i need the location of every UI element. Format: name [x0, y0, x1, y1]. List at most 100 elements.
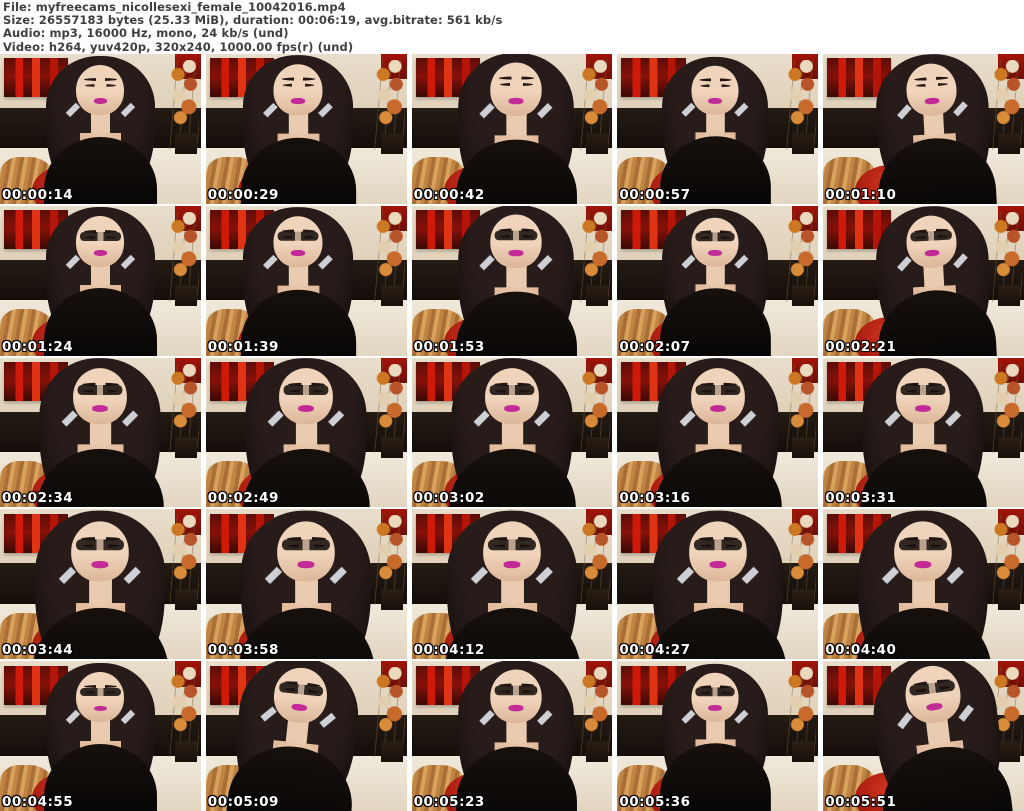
video-thumbnail-20[interactable]: 00:04:40 — [823, 509, 1024, 660]
lips — [708, 705, 722, 712]
video-thumbnail-19[interactable]: 00:04:27 — [617, 509, 819, 660]
eyes — [84, 83, 116, 87]
timestamp-overlay: 00:03:31 — [825, 490, 897, 507]
glasses — [281, 540, 331, 551]
person-silhouette — [234, 509, 379, 660]
person-silhouette — [40, 54, 160, 204]
video-thumbnail-5[interactable]: 00:01:10 — [823, 54, 1024, 204]
lips — [925, 98, 940, 105]
person-silhouette — [656, 662, 774, 811]
decor-vase — [380, 285, 403, 307]
lips — [927, 703, 944, 712]
thumbnail-image — [823, 357, 1024, 508]
lips — [93, 98, 108, 104]
video-thumbnail-24[interactable]: 00:05:36 — [617, 661, 819, 811]
lips — [298, 561, 315, 569]
face — [484, 367, 539, 424]
thumbnail-image — [411, 661, 613, 811]
timestamp-overlay: 00:05:36 — [619, 794, 691, 810]
thumbnail-image — [205, 205, 407, 356]
person-silhouette — [452, 54, 581, 204]
video-thumbnail-10[interactable]: 00:02:21 — [823, 205, 1024, 356]
video-thumbnail-9[interactable]: 00:02:07 — [617, 205, 819, 356]
thumbnail-image — [205, 509, 407, 660]
thumbnail-image — [0, 661, 201, 811]
thumbnail-image — [823, 205, 1024, 356]
decor-vase — [997, 133, 1020, 155]
timestamp-overlay: 00:03:58 — [207, 642, 279, 659]
video-thumbnail-14[interactable]: 00:03:16 — [617, 357, 819, 508]
decor-vase — [586, 133, 609, 155]
lips — [92, 405, 108, 412]
thumbnail-image — [411, 509, 613, 660]
decor-vase — [174, 133, 197, 155]
video-thumbnail-7[interactable]: 00:01:39 — [205, 205, 407, 356]
person-silhouette — [656, 55, 774, 204]
decor-vase — [586, 588, 609, 610]
video-thumbnail-15[interactable]: 00:03:31 — [823, 357, 1024, 508]
person-silhouette — [656, 207, 774, 356]
video-thumbnail-3[interactable]: 00:00:42 — [411, 54, 613, 204]
timestamp-overlay: 00:01:53 — [413, 338, 485, 355]
face — [490, 62, 542, 117]
timestamp-overlay: 00:02:34 — [2, 490, 74, 507]
decor-vase — [792, 740, 815, 762]
video-thumbnail-12[interactable]: 00:02:49 — [205, 357, 407, 508]
face — [273, 63, 323, 116]
video-thumbnail-22[interactable]: 00:05:09 — [205, 661, 407, 811]
glasses — [77, 384, 124, 395]
timestamp-overlay: 00:01:24 — [2, 338, 74, 355]
video-thumbnail-1[interactable]: 00:00:14 — [0, 54, 201, 204]
video-thumbnail-8[interactable]: 00:01:53 — [411, 205, 613, 356]
decor-vase — [174, 285, 197, 307]
video-thumbnail-11[interactable]: 00:02:34 — [0, 357, 201, 508]
timestamp-overlay: 00:04:27 — [619, 642, 691, 659]
thumbnail-image — [617, 54, 819, 204]
glasses — [489, 384, 535, 395]
timestamp-overlay: 00:03:16 — [619, 490, 691, 507]
thumbnail-image — [617, 205, 819, 356]
thumbnail-image — [617, 357, 819, 508]
decor-vase — [174, 588, 197, 610]
eyes — [915, 82, 948, 88]
lips — [291, 704, 308, 712]
thumbnail-image — [823, 509, 1024, 660]
lips — [291, 98, 306, 105]
video-thumbnail-2[interactable]: 00:00:29 — [205, 54, 407, 204]
lips — [508, 705, 524, 712]
thumbnail-image — [0, 54, 201, 204]
video-thumbnail-18[interactable]: 00:04:12 — [411, 509, 613, 660]
face — [894, 521, 953, 582]
lips — [508, 98, 524, 105]
video-thumbnail-17[interactable]: 00:03:58 — [205, 509, 407, 660]
person-silhouette — [646, 509, 791, 660]
video-thumbnail-21[interactable]: 00:04:55 — [0, 661, 201, 811]
thumbnail-image — [0, 357, 201, 508]
face — [76, 64, 125, 116]
person-silhouette — [856, 357, 991, 508]
timestamp-overlay: 00:02:49 — [207, 490, 279, 507]
face — [279, 367, 334, 424]
face — [76, 671, 125, 723]
timestamp-overlay: 00:05:23 — [413, 794, 485, 810]
glasses — [494, 230, 538, 240]
face — [691, 217, 739, 267]
person-silhouette — [868, 54, 1001, 204]
person-silhouette — [868, 205, 1001, 356]
lips — [503, 561, 521, 569]
decor-vase — [792, 436, 815, 458]
timestamp-overlay: 00:02:07 — [619, 338, 691, 355]
video-thumbnail-4[interactable]: 00:00:57 — [617, 54, 819, 204]
video-thumbnail-25[interactable]: 00:05:51 — [823, 661, 1024, 811]
glasses — [695, 384, 741, 395]
face — [76, 216, 125, 267]
video-thumbnail-13[interactable]: 00:03:02 — [411, 357, 613, 508]
decor-vase — [586, 740, 609, 762]
eyes — [499, 82, 533, 86]
video-thumbnail-23[interactable]: 00:05:23 — [411, 661, 613, 811]
person-silhouette — [40, 661, 160, 811]
video-thumbnail-16[interactable]: 00:03:44 — [0, 509, 201, 660]
video-thumbnail-6[interactable]: 00:01:24 — [0, 205, 201, 356]
decor-vase — [792, 133, 815, 155]
thumbnail-image — [205, 54, 407, 204]
